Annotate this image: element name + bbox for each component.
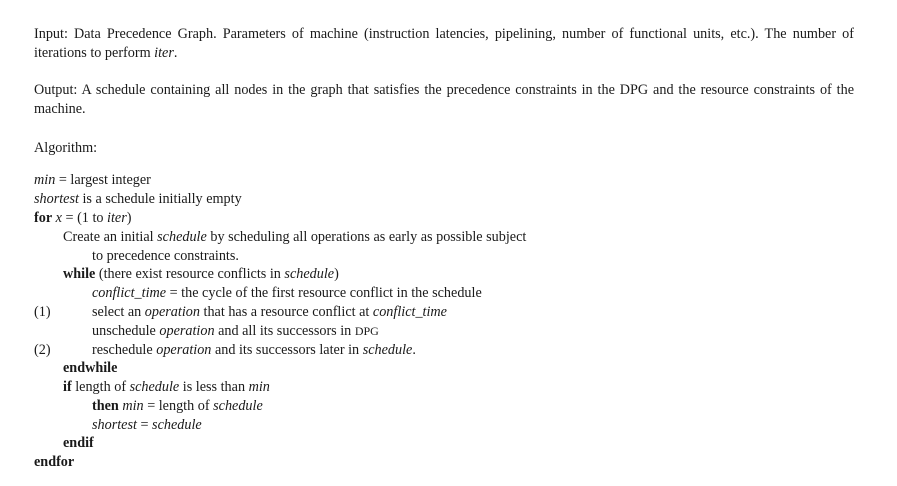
code-line-14: shortest = schedule [92, 416, 202, 435]
var-min: min [248, 379, 270, 395]
algorithm-page: Input: Data Precedence Graph. Parameters… [0, 0, 897, 486]
var-schedule: schedule [157, 229, 207, 245]
code-line-2: shortest is a schedule initially empty [34, 190, 242, 209]
input-end: . [173, 45, 178, 61]
code-text: = length of [143, 398, 214, 414]
code-line-8: select an operation that has a resource … [92, 303, 447, 322]
keyword-endif: endif [63, 435, 94, 451]
var-min: min [34, 172, 56, 188]
keyword-endwhile: endwhile [63, 360, 118, 376]
var-shortest: shortest [92, 417, 137, 433]
step-marker-1: (1) [34, 304, 51, 320]
code-line-5: to precedence constraints. [92, 248, 239, 264]
output-label: Output: [34, 82, 78, 98]
var-operation: operation [159, 323, 215, 339]
code-line-13: then min = length of schedule [92, 397, 263, 416]
code-line-6: while (there exist resource conflicts in… [63, 265, 339, 284]
input-label: Input: [34, 26, 68, 42]
code-line-10: reschedule operation and its successors … [92, 341, 416, 360]
var-operation: operation [144, 304, 200, 320]
keyword-then: then [92, 398, 119, 414]
var-min: min [122, 398, 144, 414]
code-text: ) [126, 210, 132, 226]
code-text: Create an initial [63, 229, 158, 245]
var-schedule: schedule [284, 266, 335, 282]
var-conflict-time: conflict_time [372, 304, 447, 320]
var-schedule: schedule [213, 398, 263, 414]
input-iter: iter [154, 45, 174, 61]
code-text: reschedule [92, 342, 157, 358]
var-shortest: shortest [34, 191, 79, 207]
keyword-while: while [63, 266, 96, 282]
var-iter: iter [107, 210, 127, 226]
code-text: by scheduling all operations as early as… [206, 229, 527, 245]
keyword-for: for [34, 210, 53, 226]
code-text: = largest integer [55, 172, 151, 188]
code-text: . [412, 342, 416, 358]
code-line-4: Create an initial schedule by scheduling… [63, 228, 526, 247]
code-text: ) [334, 266, 339, 282]
code-text: select an [92, 304, 145, 320]
code-text: unschedule [92, 323, 160, 339]
var-conflict-time: conflict_time [92, 285, 167, 301]
code-text: and all its successors in [214, 323, 355, 339]
code-line-3: for x = (1 to iter) [34, 209, 131, 228]
code-text: = [136, 417, 153, 433]
var-schedule: schedule [129, 379, 180, 395]
algorithm-heading: Algorithm: [34, 140, 98, 156]
code-line-9: unschedule operation and all its success… [92, 322, 379, 341]
code-text: = (1 to [61, 210, 108, 226]
dpg-abbrev: DPG [354, 324, 379, 338]
code-text: is less than [179, 379, 249, 395]
output-text: A schedule containing all nodes in the g… [34, 82, 855, 117]
code-text: = the cycle of the first resource confli… [166, 285, 482, 301]
code-text: and its successors later in [211, 342, 363, 358]
keyword-endfor: endfor [34, 454, 75, 470]
code-text: (there exist resource conflicts in [95, 266, 285, 282]
var-schedule: schedule [362, 342, 413, 358]
var-operation: operation [156, 342, 212, 358]
keyword-if: if [63, 379, 72, 395]
code-text: that has a resource conflict at [199, 304, 373, 320]
step-marker-2: (2) [34, 342, 51, 358]
code-text: length of [71, 379, 130, 395]
var-schedule: schedule [152, 417, 202, 433]
code-text: is a schedule initially empty [78, 191, 242, 207]
output-paragraph: Output: A schedule containing all nodes … [34, 81, 854, 119]
code-line-7: conflict_time = the cycle of the first r… [92, 284, 482, 303]
input-paragraph: Input: Data Precedence Graph. Parameters… [34, 25, 854, 63]
code-line-1: min = largest integer [34, 171, 151, 190]
code-line-12: if length of schedule is less than min [63, 378, 270, 397]
